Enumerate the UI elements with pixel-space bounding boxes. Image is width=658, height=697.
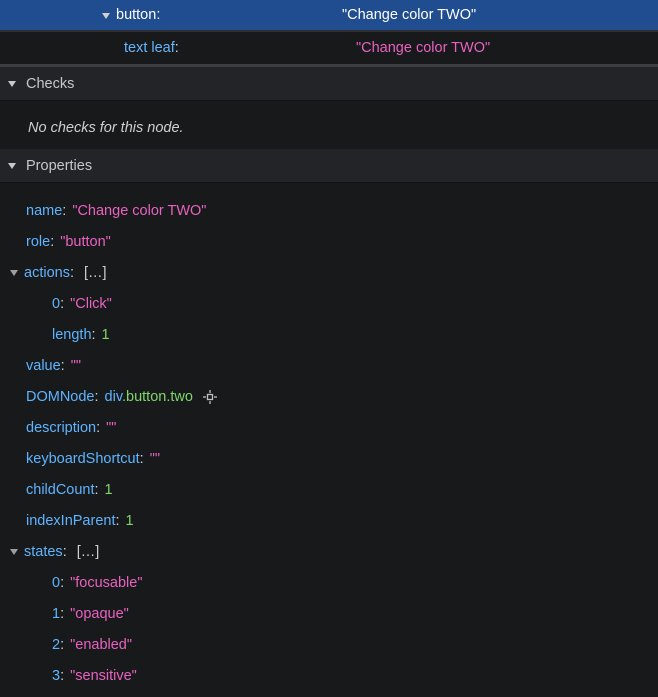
tree-child-value: "Change color TWO" [356, 40, 490, 56]
prop-domnode[interactable]: DOMNode: div.button.two [0, 381, 658, 412]
prop-states[interactable]: states: […] [0, 536, 658, 567]
prop-states-0[interactable]: 0: "focusable" [0, 567, 658, 598]
section-checks-header[interactable]: Checks [0, 67, 658, 101]
checks-empty-text: No checks for this node. [0, 113, 658, 143]
prop-value[interactable]: value: "" [0, 350, 658, 381]
prop-name[interactable]: name: "Change color TWO" [0, 195, 658, 226]
prop-states-2[interactable]: 2: "enabled" [0, 629, 658, 660]
prop-states-3-value: "sensitive" [70, 668, 137, 684]
prop-childcount-value: 1 [105, 482, 113, 498]
section-properties-header[interactable]: Properties [0, 149, 658, 183]
tree-node-role: button [116, 7, 156, 23]
section-properties-body: name: "Change color TWO" role: "button" … [0, 183, 658, 697]
tree-child-role: text leaf [124, 40, 175, 56]
prop-description-value: "" [106, 420, 116, 436]
prop-value-value: "" [71, 358, 81, 374]
prop-actions-0-value: "Click" [70, 296, 112, 312]
prop-childcount[interactable]: childCount: 1 [0, 474, 658, 505]
prop-actions[interactable]: actions: […] [0, 257, 658, 288]
prop-role[interactable]: role: "button" [0, 226, 658, 257]
section-checks-body: No checks for this node. [0, 101, 658, 149]
tree-node-text-leaf[interactable]: text leaf: "Change color TWO" [0, 32, 658, 64]
prop-states-1[interactable]: 1: "opaque" [0, 598, 658, 629]
prop-description[interactable]: description: "" [0, 412, 658, 443]
prop-role-value: "button" [60, 234, 111, 250]
prop-actions-length[interactable]: length: 1 [0, 319, 658, 350]
tree-node-button-selected[interactable]: button: "Change color TWO" [0, 0, 658, 30]
prop-domnode-tag: div [105, 389, 122, 405]
collapse-icon[interactable] [10, 549, 18, 555]
section-properties-title: Properties [26, 158, 92, 174]
prop-states-1-value: "opaque" [70, 606, 129, 622]
prop-actions-0[interactable]: 0: "Click" [0, 288, 658, 319]
prop-indexinparent[interactable]: indexInParent: 1 [0, 505, 658, 536]
prop-keyboardshortcut-value: "" [150, 451, 160, 467]
expand-icon[interactable] [102, 13, 110, 19]
prop-indexinparent-value: 1 [126, 513, 134, 529]
collapse-icon[interactable] [8, 81, 16, 87]
section-checks-title: Checks [26, 76, 74, 92]
prop-states-2-value: "enabled" [70, 637, 132, 653]
collapse-icon[interactable] [8, 163, 16, 169]
prop-states-brackets: […] [77, 544, 100, 560]
prop-states-3[interactable]: 3: "sensitive" [0, 660, 658, 691]
prop-keyboardshortcut[interactable]: keyboardShortcut: "" [0, 443, 658, 474]
prop-domnode-cls: .button.two [122, 389, 193, 405]
prop-actions-brackets: […] [84, 265, 107, 281]
prop-name-value: "Change color TWO" [72, 203, 206, 219]
collapse-icon[interactable] [10, 270, 18, 276]
prop-states-0-value: "focusable" [70, 575, 142, 591]
prop-actions-length-value: 1 [102, 327, 110, 343]
tree-node-value: "Change color TWO" [342, 7, 476, 23]
inspector-icon[interactable] [203, 390, 217, 404]
